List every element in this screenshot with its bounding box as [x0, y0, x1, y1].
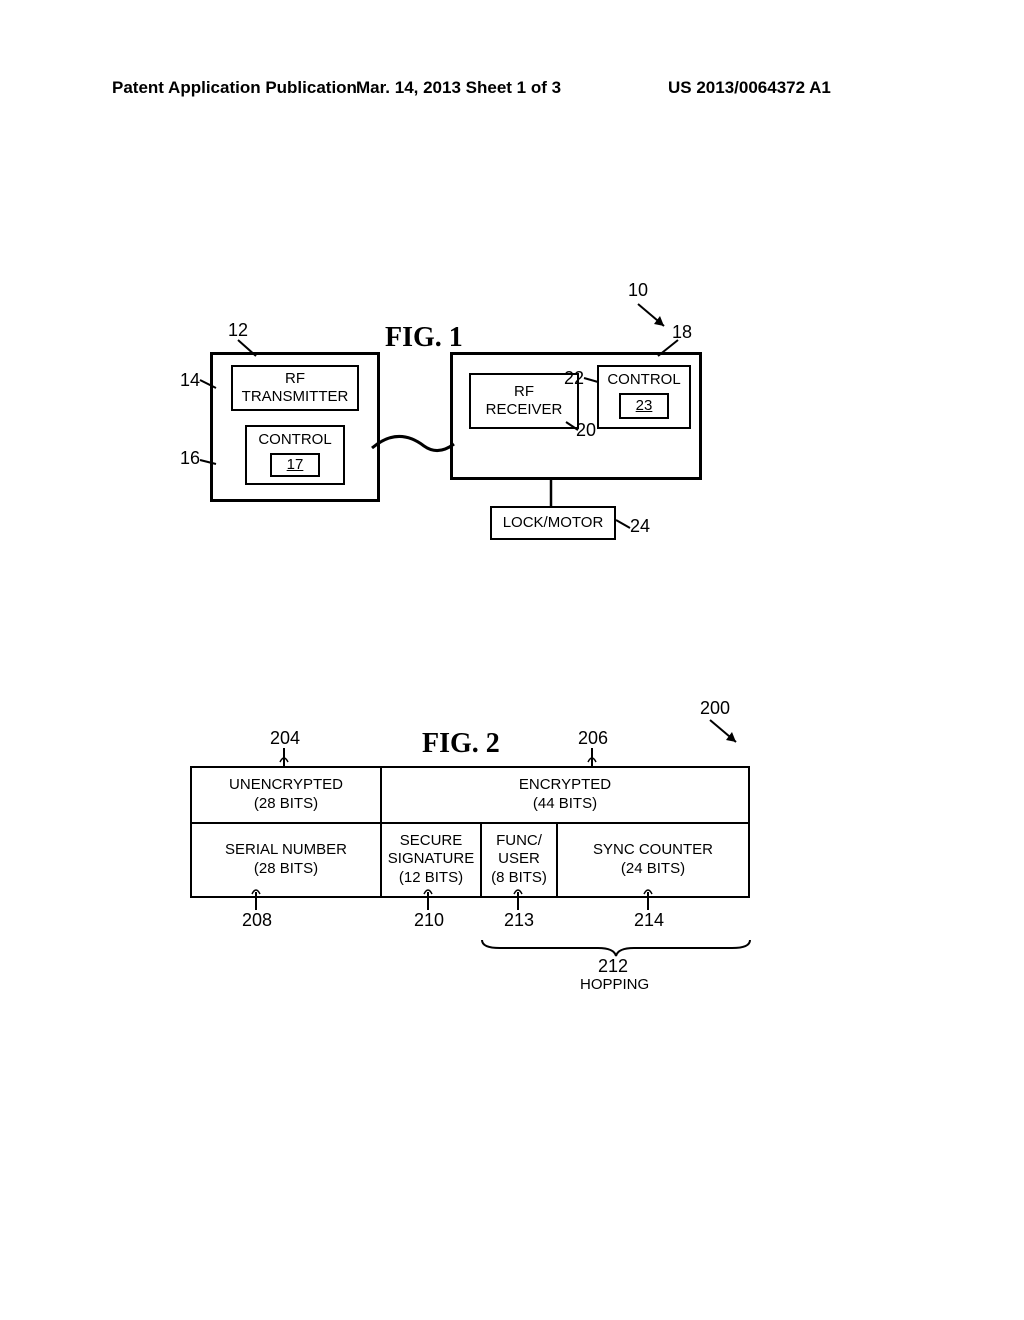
ref-204: 204 [270, 728, 300, 749]
ref-23: 23 [636, 397, 653, 415]
control-rx-label: CONTROL [607, 371, 680, 389]
block-lock-motor: LOCK/MOTOR [490, 506, 616, 540]
header-mid: Mar. 14, 2013 Sheet 1 of 3 [356, 78, 561, 98]
brace-212-icon [480, 936, 752, 958]
block-control-rx-inner: 23 [619, 393, 669, 419]
header-right: US 2013/0064372 A1 [668, 78, 831, 98]
lead-20-icon [564, 420, 582, 434]
cell-unencrypted: UNENCRYPTED (28 BITS) [191, 767, 381, 823]
ref-210: 210 [414, 910, 444, 931]
lead-16-icon [198, 456, 218, 468]
block-rf-transmitter: RF TRANSMITTER [231, 365, 359, 411]
block-transmitter: RF TRANSMITTER CONTROL 17 [210, 352, 380, 502]
lead-213-icon [512, 886, 524, 910]
block-control-tx: CONTROL 17 [245, 425, 345, 485]
rf-transmitter-label: RF TRANSMITTER [242, 370, 349, 406]
block-control-tx-inner: 17 [270, 453, 320, 477]
rf-receiver-label: RF RECEIVER [486, 383, 563, 419]
cell-serial: SERIAL NUMBER (28 BITS) [191, 823, 381, 897]
lock-motor-label: LOCK/MOTOR [503, 514, 604, 532]
cell-encrypted: ENCRYPTED (44 BITS) [381, 767, 749, 823]
lead-22-icon [582, 374, 600, 386]
fig2-title: FIG. 2 [422, 728, 500, 760]
ref-213: 213 [504, 910, 534, 931]
block-rf-receiver: RF RECEIVER [469, 373, 579, 429]
lead-14-icon [198, 376, 218, 390]
arrow-10-icon [630, 298, 674, 332]
lead-24-icon [614, 518, 634, 532]
lead-204-icon [278, 748, 290, 768]
figure-2: FIG. 2 200 204 206 UNENCRYPTED (28 BITS)… [190, 700, 780, 1020]
fig1-title: FIG. 1 [385, 322, 463, 354]
figure-1: FIG. 1 10 12 18 RF TRANSMITTER CONTROL 1… [150, 280, 870, 560]
block-control-rx: CONTROL 23 [597, 365, 691, 429]
ref-212: 212 [598, 956, 628, 977]
packet-table: UNENCRYPTED (28 BITS) ENCRYPTED (44 BITS… [190, 766, 750, 898]
conn-receiver-lock-icon [546, 480, 556, 508]
control-tx-label: CONTROL [258, 431, 331, 449]
arrow-200-icon [702, 716, 746, 748]
lead-206-icon [586, 748, 598, 768]
ref-17: 17 [287, 456, 304, 474]
rf-wave-icon [368, 430, 458, 460]
lead-214-icon [642, 886, 654, 910]
ref-214: 214 [634, 910, 664, 931]
lead-210-icon [422, 886, 434, 910]
ref-208: 208 [242, 910, 272, 931]
ref-206: 206 [578, 728, 608, 749]
header-left: Patent Application Publication [112, 78, 357, 98]
lead-208-icon [250, 886, 262, 910]
ref-212-text: HOPPING [580, 976, 649, 993]
